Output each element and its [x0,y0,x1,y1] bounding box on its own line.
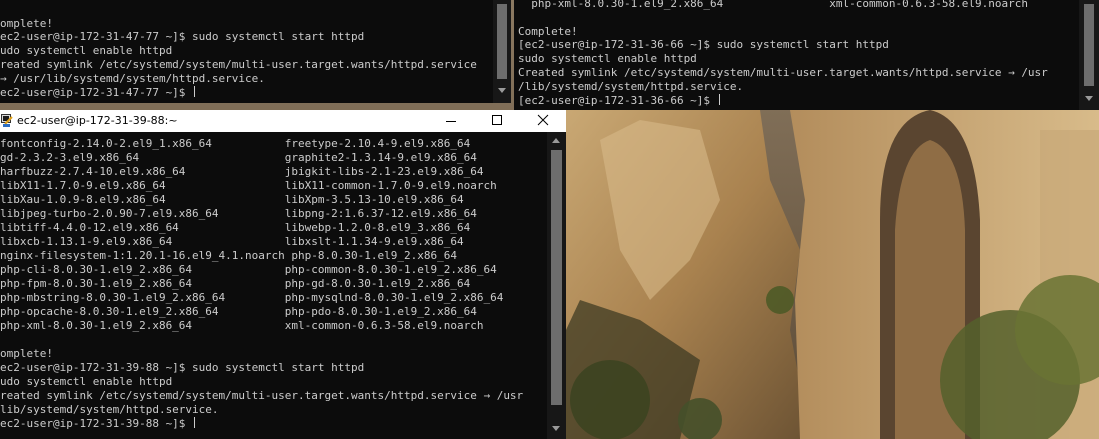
scrollbar-thumb[interactable] [497,4,507,79]
scrollbar-thumb[interactable] [1084,4,1094,86]
terminal-line: ec2-user@ip-172-31-47-77 ~]$ sudo system… [0,30,365,43]
terminal-line: reated symlink /etc/systemd/system/multi… [0,58,477,71]
terminal-line: gd-2.3.2-3.el9.x86_64 graphite2-1.3.14-9… [0,151,477,164]
terminal-line: php-fpm-8.0.30-1.el9_2.x86_64 php-gd-8.0… [0,277,471,290]
window-title: ec2-user@ip-172-31-39-88:~ [17,114,178,127]
terminal-line: php-cli-8.0.30-1.el9_2.x86_64 php-common… [0,263,497,276]
terminal-line: libtiff-4.4.0-12.el9.x86_64 libwebp-1.2.… [0,221,471,234]
scroll-down-arrow-icon[interactable] [498,88,506,93]
terminal-prompt: ec2-user@ip-172-31-47-77 ~]$ [0,86,193,99]
terminal-line: udo systemctl enable httpd [0,375,173,388]
scroll-down-arrow-icon[interactable] [552,426,560,431]
text-cursor [718,94,720,105]
terminal-line: fontconfig-2.14.0-2.el9_1.x86_64 freetyp… [0,137,471,150]
scroll-up-arrow-icon[interactable] [552,138,560,143]
desktop: omplete! ec2-user@ip-172-31-47-77 ~]$ su… [0,0,1099,439]
vertical-scrollbar[interactable] [493,0,511,103]
terminal-line: → /usr/lib/systemd/system/httpd.service. [0,72,265,85]
terminal-line: php-xml-8.0.30-1.el9_2.x86_64 xml-common… [0,319,484,332]
putty-icon [1,114,13,127]
terminal-line: Created symlink /etc/systemd/system/mult… [518,66,1048,79]
terminal-line: libXau-1.0.9-8.el9.x86_64 libXpm-3.5.13-… [0,193,464,206]
terminal-line: harfbuzz-2.7.4-10.el9.x86_64 jbigkit-lib… [0,165,484,178]
terminal-prompt: [ec2-user@ip-172-31-36-66 ~]$ [518,94,717,107]
text-cursor [194,417,196,428]
terminal-line: udo systemctl enable httpd [0,44,173,57]
terminal-prompt: ec2-user@ip-172-31-39-88 ~]$ [0,417,193,430]
window-titlebar[interactable]: ec2-user@ip-172-31-39-88:~ [0,110,566,132]
terminal-line: nginx-filesystem-1:1.20.1-16.el9_4.1.noa… [0,249,457,262]
terminal-line: php-xml-8.0.30-1.el9_2.x86_64 xml-common… [518,0,1028,10]
terminal-output: fontconfig-2.14.0-2.el9_1.x86_64 freetyp… [0,132,566,439]
terminal-line: lib/systemd/system/httpd.service. [0,403,219,416]
terminal-output: php-xml-8.0.30-1.el9_2.x86_64 xml-common… [514,0,1099,110]
terminal-window-main[interactable]: ec2-user@ip-172-31-39-88:~ fontconfig-2.… [0,110,566,439]
maximize-button[interactable] [474,110,520,132]
terminal-line: php-opcache-8.0.30-1.el9_2.x86_64 php-pd… [0,305,477,318]
terminal-line: /lib/systemd/system/httpd.service. [518,80,744,93]
vertical-scrollbar[interactable] [547,132,566,439]
terminal-line: libxcb-1.13.1-9.el9.x86_64 libxslt-1.1.3… [0,235,464,248]
close-button[interactable] [520,110,566,132]
terminal-line: php-mbstring-8.0.30-1.el9_2.x86_64 php-m… [0,291,504,304]
terminal-line: sudo systemctl enable httpd [518,52,697,65]
terminal-line: omplete! [0,17,53,30]
vertical-scrollbar[interactable] [1079,0,1099,110]
minimize-icon [446,121,456,122]
scroll-down-arrow-icon[interactable] [1085,96,1093,101]
text-cursor [194,86,196,97]
terminal-line: libX11-1.7.0-9.el9.x86_64 libX11-common-… [0,179,497,192]
terminal-line: Complete! [518,25,578,38]
terminal-prompt-line[interactable]: ec2-user@ip-172-31-39-88 ~]$ [0,417,196,430]
terminal-prompt-line[interactable]: ec2-user@ip-172-31-47-77 ~]$ [0,86,196,99]
terminal-line: reated symlink /etc/systemd/system/multi… [0,389,524,402]
terminal-line: omplete! [0,347,53,360]
terminal-window-top-right[interactable]: php-xml-8.0.30-1.el9_2.x86_64 xml-common… [514,0,1099,110]
terminal-line: libjpeg-turbo-2.0.90-7.el9.x86_64 libpng… [0,207,477,220]
maximize-icon [492,115,502,125]
terminal-prompt-line[interactable]: [ec2-user@ip-172-31-36-66 ~]$ [518,94,720,107]
minimize-button[interactable] [428,110,474,132]
scrollbar-thumb[interactable] [551,150,562,405]
close-icon [537,114,549,126]
terminal-output: omplete! ec2-user@ip-172-31-47-77 ~]$ su… [0,0,511,103]
terminal-line: [ec2-user@ip-172-31-36-66 ~]$ sudo syste… [518,38,889,51]
terminal-window-top-left[interactable]: omplete! ec2-user@ip-172-31-47-77 ~]$ su… [0,0,511,103]
terminal-line: ec2-user@ip-172-31-39-88 ~]$ sudo system… [0,361,365,374]
